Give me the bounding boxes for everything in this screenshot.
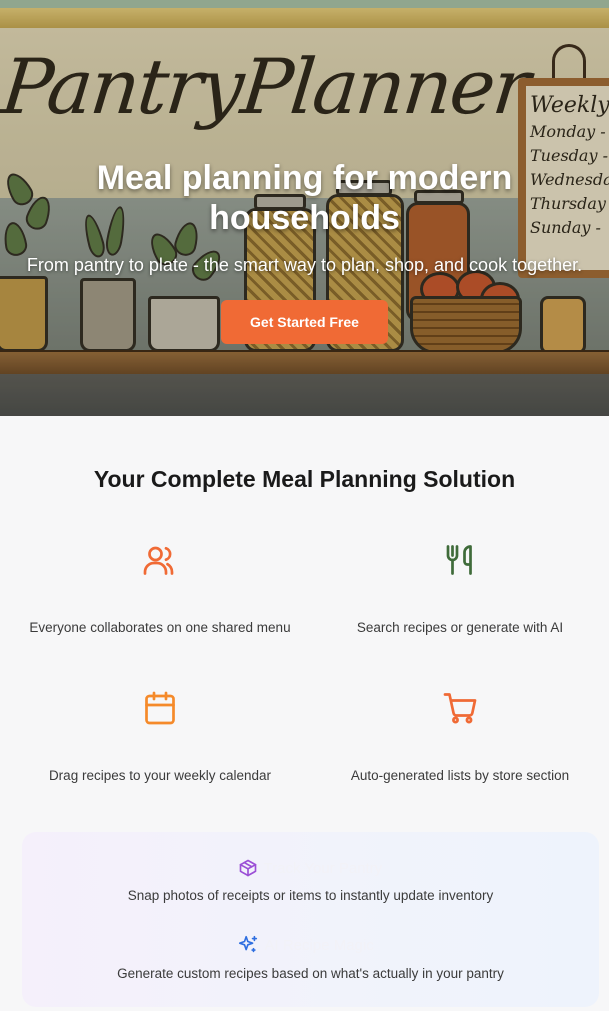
hero-title: Meal planning for modern households [96, 159, 513, 237]
utensils-icon [446, 545, 472, 575]
highlight-title: Track Your Pantry [263, 859, 383, 877]
feature-title: Smart Shopping [409, 744, 511, 760]
feature-recipe-library: Recipe Library Search recipes or generat… [308, 542, 609, 635]
cart-icon [443, 693, 477, 724]
calendar-icon [145, 691, 175, 725]
feature-description: Auto-generated lists by store section [350, 768, 570, 783]
highlight-pantry: Track Your Pantry Snap photos of receipt… [22, 858, 599, 904]
users-icon [143, 546, 174, 575]
feature-description: Everyone collaborates on one shared menu [29, 620, 291, 635]
feature-title: Recipe Library [414, 596, 506, 612]
highlight-description: Snap photos of receipts or items to inst… [127, 888, 494, 903]
feature-description: Drag recipes to your weekly calendar [48, 768, 272, 783]
highlights-panel: Track Your Pantry Snap photos of receipt… [22, 832, 599, 1007]
hero-section: PantryPlanner Weekly Monday - Tuesday - … [0, 0, 609, 416]
feature-description: Search recipes or generate with AI [356, 620, 564, 635]
feature-title: Weekly Calendar [106, 744, 214, 760]
feature-weekly-calendar: Weekly Calendar Drag recipes to your wee… [8, 690, 312, 783]
get-started-button[interactable]: Get Started Free [221, 300, 388, 344]
highlight-description: Generate custom recipes based on what's … [117, 966, 504, 981]
feature-title: Family Planning [110, 596, 210, 612]
hero-subtitle: From pantry to plate - the smart way to … [26, 255, 583, 275]
package-icon [239, 859, 256, 877]
hero-content: Meal planning for modern households From… [0, 158, 609, 344]
sparkles-icon [238, 935, 257, 953]
feature-family-planning: Family Planning Everyone collaborates on… [8, 542, 312, 635]
features-title: Your Complete Meal Planning Solution [93, 466, 516, 492]
highlight-ai-recipes: AI Recipe Magic Generate custom recipes … [22, 934, 599, 981]
highlight-title: AI Recipe Magic [264, 936, 374, 954]
feature-smart-shopping: Smart Shopping Auto-generated lists by s… [308, 690, 609, 783]
